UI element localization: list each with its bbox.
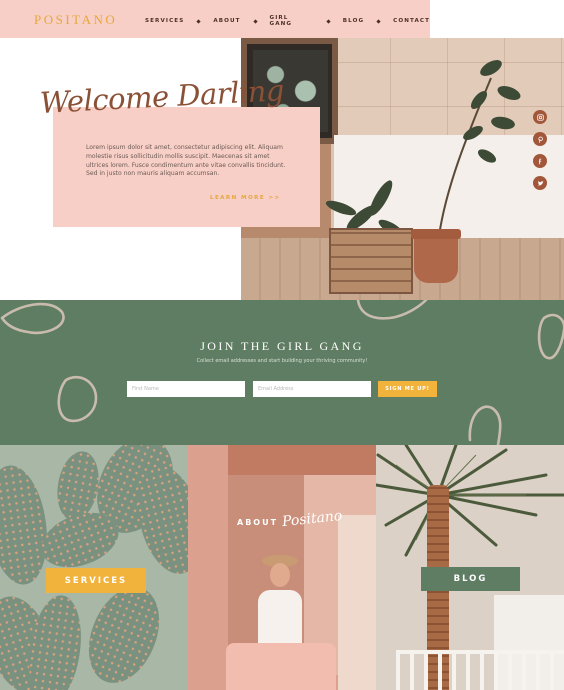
site-logo[interactable]: POSITANO xyxy=(34,12,117,28)
newsletter-section: JOIN THE GIRL GANG Collect email address… xyxy=(0,300,564,445)
twitter-icon[interactable] xyxy=(533,176,547,190)
white-railing xyxy=(396,650,564,690)
top-navigation-bar: POSITANO SERVICES ABOUT GIRL GANG BLOG C… xyxy=(0,0,430,38)
about-label: ABOUT xyxy=(237,518,279,527)
nav-menu: SERVICES ABOUT GIRL GANG BLOG CONTACT xyxy=(145,15,430,27)
learn-more-link[interactable]: LEARN MORE >> xyxy=(210,195,281,201)
cactus-pad xyxy=(75,576,173,690)
nav-item-blog[interactable]: BLOG xyxy=(343,18,364,24)
newsletter-subtitle: Collect email addresses and start buildi… xyxy=(196,358,368,364)
hero-body-text: Lorem ipsum dolor sit amet, consectetur … xyxy=(86,144,286,178)
photo-terracotta-pot xyxy=(411,229,461,283)
decorative-doodles xyxy=(0,300,564,445)
nav-item-about[interactable]: ABOUT xyxy=(213,18,240,24)
services-button[interactable]: SERVICES xyxy=(46,568,146,593)
person-head xyxy=(270,563,290,587)
nav-separator xyxy=(196,18,201,24)
facebook-icon[interactable] xyxy=(533,154,547,168)
positano-script-label: Positano xyxy=(281,507,344,531)
nav-separator xyxy=(326,18,331,24)
first-name-field[interactable] xyxy=(127,381,245,397)
sign-up-button[interactable]: SIGN ME UP! xyxy=(378,381,437,397)
nav-separator xyxy=(376,18,381,24)
about-tile-image[interactable] xyxy=(188,445,376,690)
social-icons xyxy=(533,110,547,190)
newsletter-title: JOIN THE GIRL GANG xyxy=(200,339,364,353)
about-positano-link[interactable]: ABOUT Positano xyxy=(237,507,344,531)
blog-button[interactable]: BLOG xyxy=(421,567,520,591)
instagram-icon[interactable] xyxy=(533,110,547,124)
pinterest-icon[interactable] xyxy=(533,132,547,146)
nav-item-girl-gang[interactable]: GIRL GANG xyxy=(270,15,314,27)
photo-wooden-crate xyxy=(329,228,413,294)
nav-separator xyxy=(252,18,258,24)
pink-balcony-wall xyxy=(226,643,336,690)
nav-item-services[interactable]: SERVICES xyxy=(145,18,184,24)
building-overhang xyxy=(228,445,376,475)
email-field[interactable] xyxy=(253,381,371,397)
building-door xyxy=(338,515,376,690)
nav-item-contact[interactable]: CONTACT xyxy=(393,18,430,24)
